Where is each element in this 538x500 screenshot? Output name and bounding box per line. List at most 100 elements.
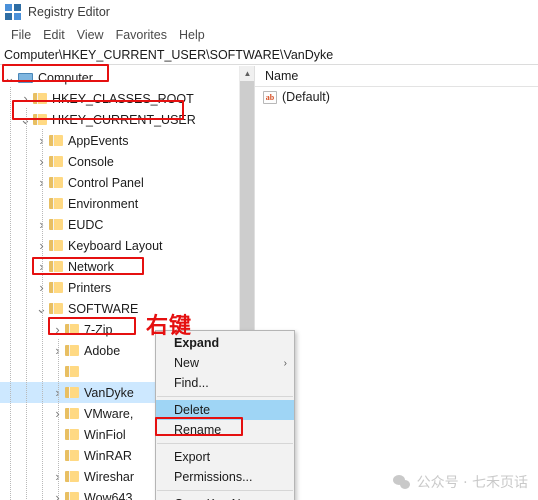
values-list-pane[interactable]: Name ab (Default) [255,66,538,500]
chevron-down-icon[interactable]: ⌄ [34,302,49,315]
folder-icon [65,344,79,357]
folder-icon [49,134,63,147]
window-title: Registry Editor [28,5,110,19]
context-menu-item-find[interactable]: Find... [156,373,294,393]
chevron-right-icon[interactable]: › [34,281,49,294]
context-menu-item-label: Permissions... [174,470,253,484]
folder-icon [65,428,79,441]
chevron-down-icon[interactable]: ⌄ [18,113,33,126]
folder-icon [49,155,63,168]
title-bar: Registry Editor [0,0,538,24]
context-menu-item-label: Rename [174,423,222,437]
tree-item-keyboard-layout[interactable]: › Keyboard Layout [0,235,254,256]
folder-icon [65,470,79,483]
tree-item-eudc[interactable]: › EUDC [0,214,254,235]
watermark-text: 公众号 · 七禾页话 [416,475,528,491]
menu-item-file[interactable]: File [6,28,38,42]
registry-editor-icon [5,4,21,20]
context-menu[interactable]: Expand New › Find... Delete Rename Expor… [155,330,295,500]
context-menu-item-label: Find... [174,376,209,390]
context-menu-item-label: Delete [174,403,211,417]
tree-item-label: Environment [68,196,139,211]
chevron-down-icon[interactable]: ⌄ [2,71,17,84]
context-menu-item-permissions[interactable]: Permissions... [156,467,294,487]
context-menu-item-delete[interactable]: Delete [156,400,294,420]
menu-item-favorites[interactable]: Favorites [111,28,174,42]
chevron-right-icon[interactable]: › [34,155,49,168]
tree-item-label: Network [68,259,114,274]
tree-item-label: Computer [38,70,93,85]
tree-item-label: AppEvents [68,133,129,148]
computer-icon [17,71,33,84]
tree-item-hkey-classes-root[interactable]: › HKEY_CLASSES_ROOT [0,88,254,109]
context-menu-item-export[interactable]: Export [156,447,294,467]
context-menu-item-label: New [174,356,200,370]
tree-item-network[interactable]: › Network [0,256,254,277]
tree-item-appevents[interactable]: › AppEvents [0,130,254,151]
menu-item-view[interactable]: View [72,28,111,42]
tree-item-label: SOFTWARE [68,301,139,316]
tree-item-software[interactable]: ⌄ SOFTWARE [0,298,254,319]
tree-item-console[interactable]: › Console [0,151,254,172]
chevron-right-icon[interactable]: › [34,218,49,231]
tree-item-control-panel[interactable]: › Control Panel [0,172,254,193]
tree-item-label: Wireshar [84,469,135,484]
chevron-right-icon[interactable]: › [34,176,49,189]
menu-item-help[interactable]: Help [174,28,212,42]
tree-leaf-marker: · [50,367,65,377]
tree-item-label: VanDyke [84,385,134,400]
folder-icon [65,365,79,378]
folder-icon [49,218,63,231]
menu-bar: File Edit View Favorites Help [0,24,538,45]
chevron-right-icon[interactable]: › [18,92,33,105]
tree-item-label: WinFiol [84,427,126,442]
tree-item-computer[interactable]: ⌄ Computer [0,67,254,88]
chevron-right-icon[interactable]: › [50,386,65,399]
tree-item-label: Keyboard Layout [68,238,163,253]
tree-item-label: Control Panel [68,175,144,190]
tree-item-label: HKEY_CLASSES_ROOT [52,91,194,106]
scroll-up-arrow[interactable]: ▲ [240,66,254,81]
scrollbar-thumb[interactable] [240,81,254,371]
folder-icon [65,407,79,420]
tree-item-label: HKEY_CURRENT_USER [52,112,196,127]
tree-item-label: VMware, [84,406,134,421]
context-menu-item-new[interactable]: New › [156,353,294,373]
tree-item-label: Printers [68,280,112,295]
folder-icon [33,113,47,126]
tree-item-label: EUDC [68,217,104,232]
context-menu-item-copy-key-name[interactable]: Copy Key Name [156,494,294,500]
chevron-right-icon[interactable]: › [50,344,65,357]
registry-path: Computer\HKEY_CURRENT_USER\SOFTWARE\VanD… [4,47,334,62]
tree-leaf-marker: · [50,430,65,440]
chevron-right-icon[interactable]: › [50,491,65,500]
folder-icon [33,92,47,105]
context-menu-separator [157,490,293,491]
tree-item-label: 7-Zip [84,322,113,337]
address-bar[interactable]: Computer\HKEY_CURRENT_USER\SOFTWARE\VanD… [0,45,538,65]
tree-item-label: Console [68,154,114,169]
list-item[interactable]: ab (Default) [255,87,538,107]
chevron-right-icon[interactable]: › [50,407,65,420]
tree-item-label: WinRAR [84,448,132,463]
chevron-right-icon[interactable]: › [50,470,65,483]
tree-item-label: Wow643 [84,490,133,500]
chevron-right-icon[interactable]: › [34,239,49,252]
chevron-right-icon[interactable]: › [34,260,49,273]
chevron-right-icon[interactable]: › [34,134,49,147]
folder-icon [65,323,79,336]
context-menu-separator [157,396,293,397]
string-value-icon: ab [263,90,277,104]
folder-icon [49,281,63,294]
tree-item-environment[interactable]: · Environment [0,193,254,214]
chevron-right-icon[interactable]: › [50,323,65,336]
tree-item-hkey-current-user[interactable]: ⌄ HKEY_CURRENT_USER [0,109,254,130]
context-menu-item-rename[interactable]: Rename [156,420,294,440]
menu-item-edit[interactable]: Edit [38,28,72,42]
tree-item-printers[interactable]: › Printers [0,277,254,298]
wechat-icon [392,474,411,490]
watermark: 公众号 · 七禾页话 [392,472,528,492]
value-name: (Default) [282,90,330,104]
chevron-right-icon: › [283,357,287,369]
column-header-name[interactable]: Name [255,66,538,87]
